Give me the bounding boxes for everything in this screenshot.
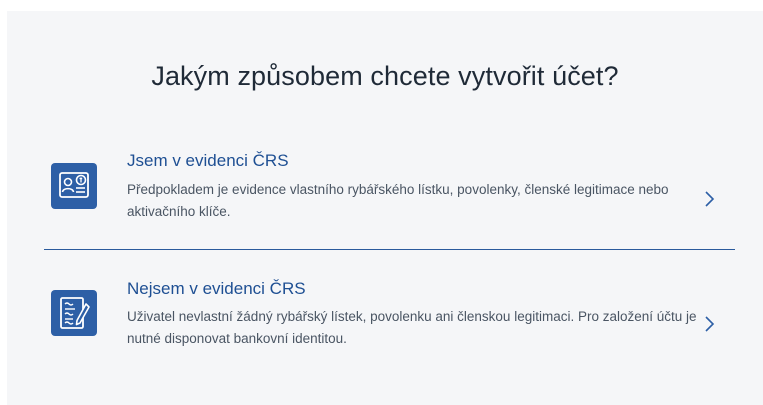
account-type-panel: Jakým způsobem chcete vytvořit účet? Jse… — [7, 11, 763, 405]
chevron-right-icon — [703, 314, 717, 334]
document-sign-icon — [51, 290, 97, 336]
page-title: Jakým způsobem chcete vytvořit účet? — [151, 61, 619, 91]
chevron-right-icon — [703, 189, 717, 209]
option-not-in-registry[interactable]: Nejsem v evidenci ČRS Uživatel nevlastní… — [43, 264, 735, 364]
id-card-icon — [51, 163, 97, 209]
option-description: Předpokladem je evidence vlastního rybář… — [127, 182, 669, 219]
option-title: Jsem v evidenci ČRS — [127, 151, 289, 170]
option-title: Nejsem v evidenci ČRS — [127, 279, 306, 298]
option-in-registry[interactable]: Jsem v evidenci ČRS Předpokladem je evid… — [43, 141, 735, 241]
option-description: Uživatel nevlastní žádný rybářský lístek… — [127, 309, 697, 346]
divider — [44, 249, 735, 250]
